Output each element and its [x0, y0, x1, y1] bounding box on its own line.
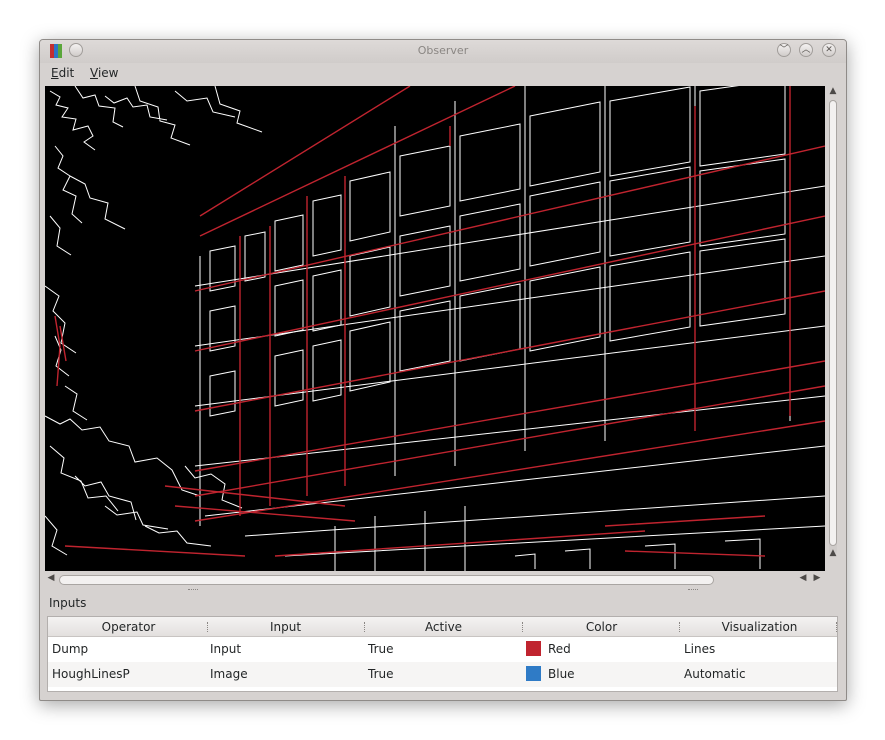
cell-operator: HoughLinesP: [52, 667, 130, 681]
horizontal-scroll-thumb[interactable]: [59, 575, 714, 585]
cell-active[interactable]: True: [368, 642, 394, 656]
table-header: Operator Input Active Color Visualizatio…: [48, 617, 837, 637]
cell-color[interactable]: Red: [548, 642, 571, 656]
scroll-up-arrow-icon[interactable]: ▲: [827, 86, 839, 96]
scroll-left-small-arrow-icon[interactable]: ◀: [797, 573, 809, 583]
column-header-color[interactable]: Color: [523, 620, 680, 634]
vertical-scroll-thumb[interactable]: [829, 100, 837, 546]
title-bar[interactable]: Observer ﹀ ︿ ✕: [40, 40, 846, 63]
table-row[interactable]: Dump Input True Red Lines: [48, 637, 837, 662]
inputs-table: Operator Input Active Color Visualizatio…: [47, 616, 838, 692]
table-row[interactable]: HoughLinesP Image True Blue Automatic: [48, 662, 837, 687]
cell-operator: Dump: [52, 642, 89, 656]
scroll-right-arrow-icon[interactable]: ▶: [811, 573, 823, 583]
column-header-input[interactable]: Input: [207, 620, 364, 634]
cell-visualization[interactable]: Lines: [684, 642, 715, 656]
cell-active[interactable]: True: [368, 667, 394, 681]
column-header-operator[interactable]: Operator: [50, 620, 207, 634]
cell-color[interactable]: Blue: [548, 667, 575, 681]
image-viewport[interactable]: [45, 86, 825, 571]
color-swatch-red[interactable]: [526, 641, 541, 656]
cell-input: Image: [210, 667, 248, 681]
column-header-active[interactable]: Active: [365, 620, 522, 634]
window-title: Observer: [417, 44, 469, 57]
menu-view[interactable]: View: [90, 66, 118, 80]
maximize-button[interactable]: ︿: [799, 43, 813, 57]
horizontal-scrollbar[interactable]: ◀ ◀ ▶: [45, 572, 825, 587]
vertical-scrollbar[interactable]: ▲ ▲: [826, 86, 841, 571]
cell-visualization[interactable]: Automatic: [684, 667, 746, 681]
minimize-button[interactable]: ﹀: [777, 43, 791, 57]
scroll-down-arrow-icon[interactable]: ▲: [827, 548, 839, 558]
splitter-grip-right[interactable]: [688, 589, 698, 593]
menu-bar: Edit View: [40, 63, 846, 85]
splitter-grip-left[interactable]: [188, 589, 198, 593]
cell-input: Input: [210, 642, 242, 656]
color-swatch-blue[interactable]: [526, 666, 541, 681]
inputs-panel-title: Inputs: [49, 596, 87, 610]
scroll-left-arrow-icon[interactable]: ◀: [45, 573, 57, 583]
column-header-visualization[interactable]: Visualization: [681, 620, 838, 634]
edge-image: [45, 86, 825, 571]
close-button[interactable]: ✕: [822, 43, 836, 57]
menu-edit[interactable]: Edit: [51, 66, 74, 80]
observer-window: Observer ﹀ ︿ ✕ Edit View ▲ ▲ ◀ ◀ ▶ Input…: [39, 39, 847, 701]
